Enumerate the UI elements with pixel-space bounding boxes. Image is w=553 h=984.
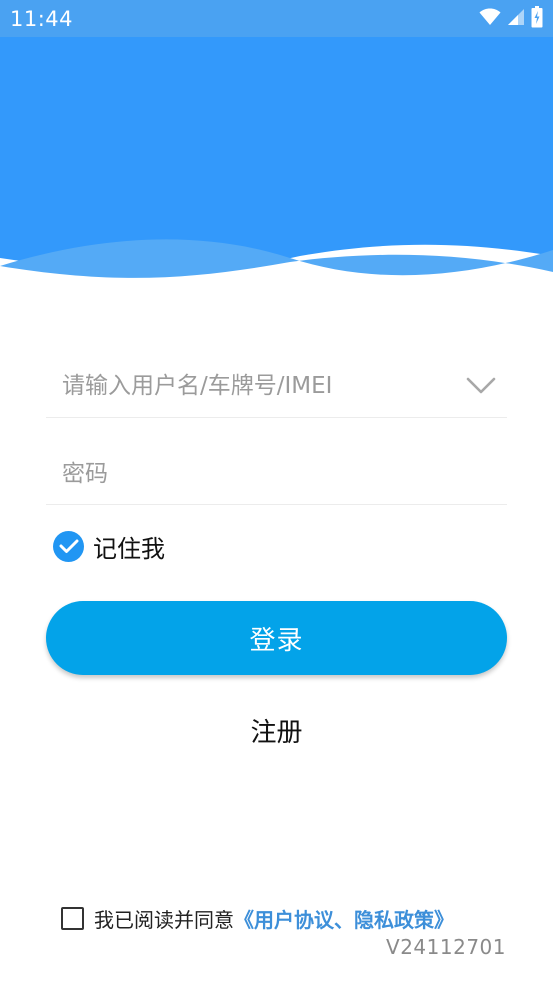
remember-me-label[interactable]: 记住我 [93,529,165,564]
status-time: 11:44 [10,7,74,31]
battery-icon [531,6,543,32]
agreement-text: 我已阅读并同意 [94,907,234,932]
version-label: V24112701 [386,935,506,959]
username-input[interactable] [62,355,452,417]
password-input[interactable] [62,444,452,504]
remember-me-toggle[interactable]: 记住我 [53,529,165,563]
agreement-link[interactable]: 《用户协议、隐私政策》 [234,904,454,933]
agreement-checkbox[interactable] [61,906,84,930]
checkmark-icon[interactable] [53,530,84,562]
wifi-icon [479,8,501,30]
signal-icon [507,8,525,30]
status-bar: 11:44 [0,0,553,37]
header-banner [0,0,553,300]
chevron-down-icon[interactable] [463,371,499,401]
register-link[interactable]: 注册 [0,713,553,753]
login-button[interactable]: 登录 [46,601,507,675]
agreement-row: 我已阅读并同意 《用户协议、隐私政策》 [61,903,454,933]
wave-background [0,0,553,300]
status-icons [479,6,543,32]
username-field [46,355,507,418]
password-field [46,444,507,505]
